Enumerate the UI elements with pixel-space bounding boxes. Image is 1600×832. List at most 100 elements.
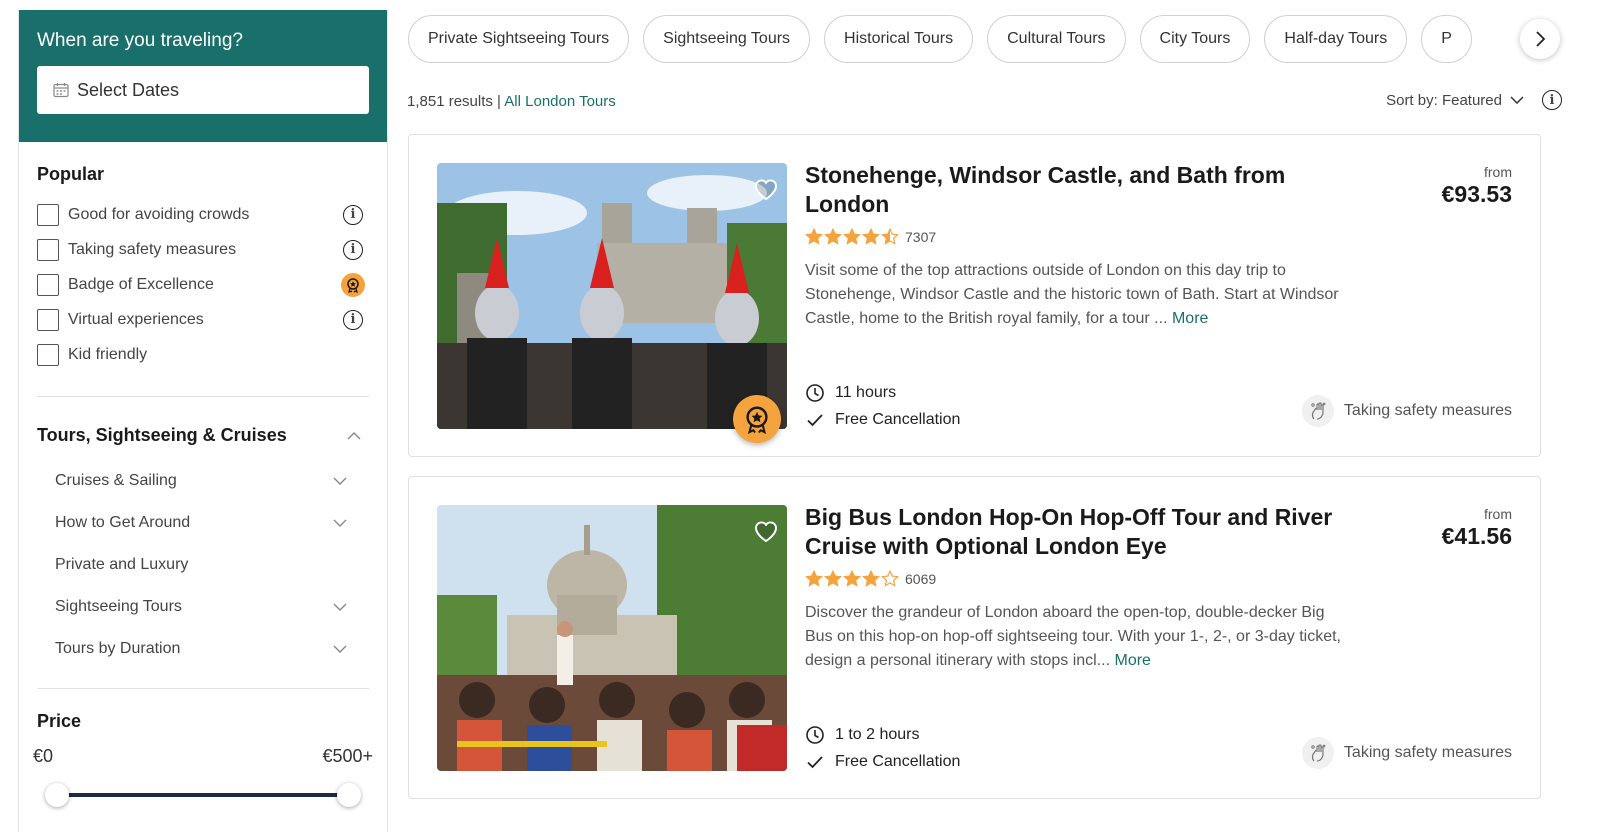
product-image-bus-tour[interactable]: [437, 505, 787, 771]
results-separator: |: [492, 93, 505, 110]
chip-private-sightseeing[interactable]: Private Sightseeing Tours: [408, 15, 630, 63]
info-icon[interactable]: i: [343, 239, 363, 260]
product-duration: 11 hours: [805, 379, 960, 406]
sort-info-icon[interactable]: i: [1542, 90, 1562, 110]
filter-badge-of-excellence[interactable]: Badge of Excellence: [37, 267, 369, 302]
star-icon: [881, 570, 899, 587]
filter-kid-friendly[interactable]: Kid friendly: [37, 337, 369, 372]
filter-label: Taking safety measures: [68, 240, 237, 258]
cancellation-text: Free Cancellation: [835, 752, 961, 770]
category-title: Tours, Sightseeing & Cruises: [37, 425, 287, 445]
category-item-private-luxury[interactable]: Private and Luxury: [37, 544, 369, 586]
price-from-label: from: [1484, 506, 1512, 522]
more-link[interactable]: More: [1172, 310, 1208, 327]
chip-cultural[interactable]: Cultural Tours: [987, 15, 1126, 63]
category-item-cruises[interactable]: Cruises & Sailing: [37, 460, 369, 502]
select-dates-input[interactable]: Select Dates: [37, 66, 369, 114]
filter-avoid-crowds[interactable]: Good for avoiding crowds i: [37, 197, 369, 232]
star-icon: [824, 228, 842, 245]
chevron-down-icon[interactable]: [333, 603, 347, 611]
info-icon[interactable]: i: [343, 204, 363, 225]
review-count: 6069: [905, 571, 937, 587]
product-rating: 7307: [805, 228, 1365, 246]
price-slider-min-handle[interactable]: [45, 783, 69, 807]
product-description: Discover the grandeur of London aboard t…: [805, 601, 1350, 673]
hand-wash-icon: [1301, 737, 1334, 769]
chip-half-day[interactable]: Half-day Tours: [1264, 15, 1408, 63]
sort-dropdown[interactable]: Sort by: Featured: [1386, 92, 1502, 109]
product-price: from €93.53: [1442, 164, 1512, 208]
price-slider-max-handle[interactable]: [337, 783, 361, 807]
chips-next-button[interactable]: [1520, 19, 1560, 59]
category-header[interactable]: Tours, Sightseeing & Cruises: [37, 425, 369, 446]
star-icon: [843, 570, 861, 587]
chevron-up-icon[interactable]: [347, 431, 361, 440]
price-title: Price: [37, 711, 82, 731]
chip-city[interactable]: City Tours: [1139, 15, 1251, 63]
results-count: 1,851 results: [407, 93, 493, 110]
info-icon[interactable]: i: [343, 309, 363, 330]
duration-text: 11 hours: [835, 383, 897, 401]
product-meta: 11 hours Free Cancellation: [805, 379, 960, 433]
divider: [37, 688, 369, 689]
price-value: €93.53: [1441, 181, 1512, 207]
all-london-tours-link[interactable]: All London Tours: [504, 93, 615, 110]
star-icon: [805, 570, 823, 587]
chip-sightseeing[interactable]: Sightseeing Tours: [643, 15, 811, 63]
excellence-badge-icon: [733, 395, 781, 443]
price-min-label: €0: [33, 746, 54, 766]
chevron-down-icon[interactable]: [333, 519, 347, 527]
star-icon: [862, 228, 880, 245]
star-rating: [805, 228, 899, 246]
star-icon: [824, 570, 842, 587]
category-item-duration[interactable]: Tours by Duration: [37, 628, 369, 670]
price-slider[interactable]: [45, 783, 361, 807]
heart-icon[interactable]: [753, 177, 779, 201]
safety-text: Taking safety measures: [1343, 744, 1512, 761]
clock-icon: [806, 383, 824, 402]
product-description-text: Discover the grandeur of London aboard t…: [805, 604, 1341, 669]
product-card[interactable]: Stonehenge, Windsor Castle, and Bath fro…: [408, 134, 1541, 457]
product-cancellation: Free Cancellation: [805, 406, 960, 433]
filter-safety-measures[interactable]: Taking safety measures i: [37, 232, 369, 267]
filter-label: Virtual experiences: [68, 310, 204, 328]
filter-label: Badge of Excellence: [68, 275, 214, 293]
filter-checkbox[interactable]: [37, 308, 59, 331]
category-item-get-around[interactable]: How to Get Around: [37, 502, 369, 544]
filter-checkbox[interactable]: [37, 238, 59, 261]
safety-measures: Taking safety measures: [1301, 737, 1512, 769]
product-title[interactable]: Big Bus London Hop-On Hop-Off Tour and R…: [805, 503, 1365, 561]
category-item-sightseeing[interactable]: Sightseeing Tours: [37, 586, 369, 628]
product-card-body: Stonehenge, Windsor Castle, and Bath fro…: [805, 161, 1365, 331]
category-item-label: Sightseeing Tours: [55, 598, 182, 615]
product-rating: 6069: [805, 570, 1365, 588]
filter-checkbox[interactable]: [37, 203, 59, 226]
star-rating: [805, 570, 899, 588]
divider: [37, 396, 369, 397]
price-slider-track[interactable]: [57, 793, 349, 797]
product-title[interactable]: Stonehenge, Windsor Castle, and Bath fro…: [805, 161, 1365, 219]
star-icon: [805, 228, 823, 245]
filters-panel: Popular Good for avoiding crowds i Takin…: [19, 164, 387, 807]
product-meta: 1 to 2 hours Free Cancellation: [805, 721, 960, 775]
heart-icon[interactable]: [753, 519, 779, 543]
chevron-down-icon[interactable]: [1510, 96, 1524, 104]
results-summary: 1,851 results | All London Tours: [407, 93, 616, 110]
product-price: from €41.56: [1442, 506, 1512, 550]
chevron-down-icon[interactable]: [333, 477, 347, 485]
more-link[interactable]: More: [1115, 652, 1151, 669]
chip-historical[interactable]: Historical Tours: [824, 15, 974, 63]
excellence-badge-icon[interactable]: [341, 272, 365, 297]
filter-checkbox[interactable]: [37, 343, 59, 366]
safety-text: Taking safety measures: [1343, 402, 1512, 419]
price-max-label: €500+: [322, 746, 373, 766]
filter-checkbox[interactable]: [37, 273, 59, 296]
product-image-windsor[interactable]: [437, 163, 787, 429]
chip-partial[interactable]: P: [1421, 15, 1472, 63]
clock-icon: [806, 725, 824, 744]
chevron-down-icon[interactable]: [333, 645, 347, 653]
product-card[interactable]: Big Bus London Hop-On Hop-Off Tour and R…: [408, 476, 1541, 799]
filter-virtual-experiences[interactable]: Virtual experiences i: [37, 302, 369, 337]
hand-wash-icon: [1301, 395, 1334, 427]
price-range-labels: €0 €500+: [33, 746, 373, 767]
